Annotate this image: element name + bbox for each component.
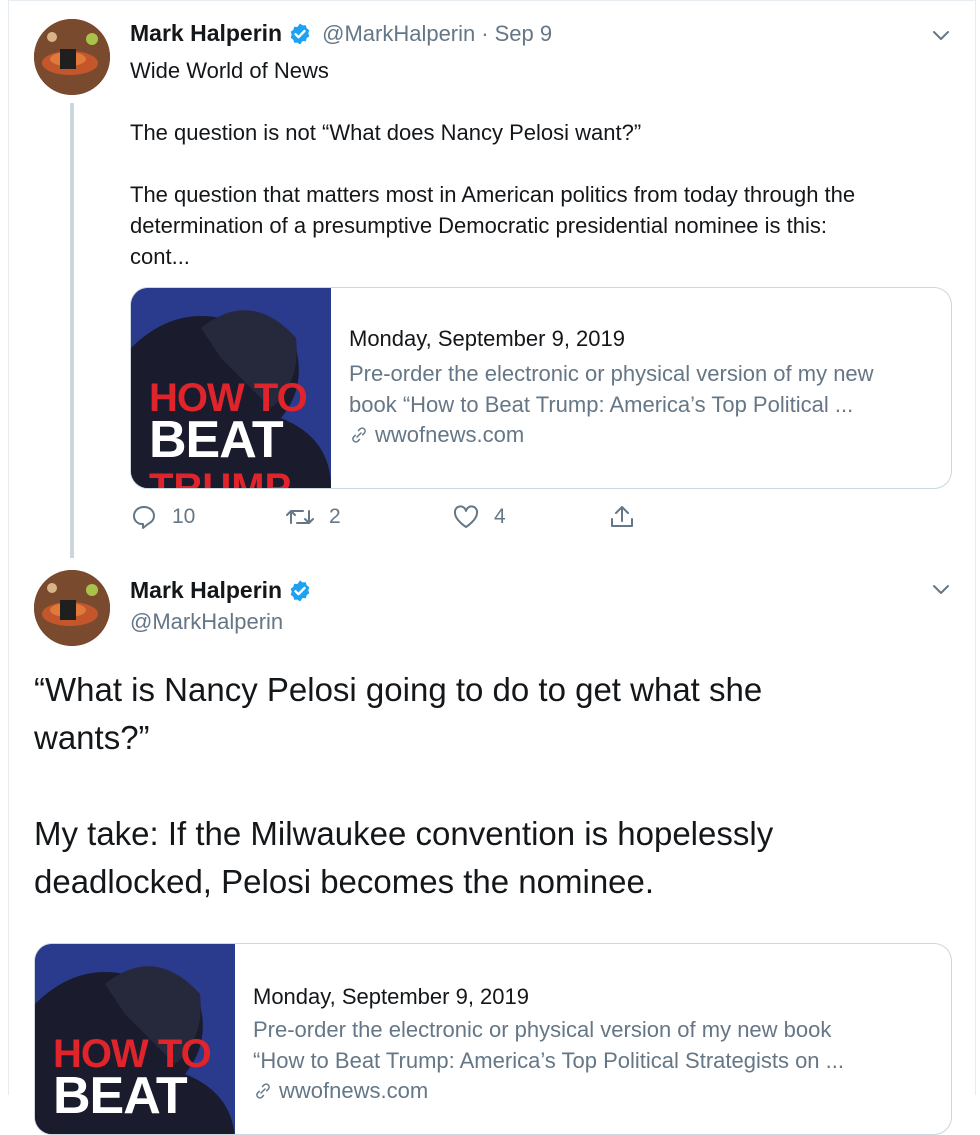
retweet-icon bbox=[286, 510, 314, 524]
reply-button[interactable]: 10 bbox=[130, 503, 195, 531]
avatar[interactable] bbox=[34, 19, 110, 95]
link-icon bbox=[256, 1083, 270, 1099]
cover-text: BEAT bbox=[149, 411, 284, 469]
author-handle[interactable]: @MarkHalperin bbox=[130, 609, 283, 635]
verified-badge-icon bbox=[290, 23, 310, 44]
chevron-down-icon[interactable] bbox=[930, 578, 952, 600]
tweet-date[interactable]: Sep 9 bbox=[495, 21, 553, 47]
verified-badge-icon bbox=[290, 580, 310, 601]
card-description: Pre-order the electronic or physical ver… bbox=[253, 1017, 832, 1042]
retweet-button[interactable]: 2 bbox=[285, 503, 341, 531]
retweet-count: 2 bbox=[329, 505, 341, 528]
card-thumbnail: HOW TO BEAT bbox=[35, 944, 235, 1134]
reply-icon bbox=[133, 506, 155, 529]
card-thumbnail: HOW TO BEAT TRUMP bbox=[131, 288, 331, 488]
card-domain: wwofnews.com bbox=[349, 420, 933, 450]
card-body: Monday, September 9, 2019 Pre-order the … bbox=[349, 324, 933, 450]
tweet-text-line[interactable]: cont... bbox=[130, 241, 190, 272]
tweet-header: Mark Halperin bbox=[130, 577, 312, 604]
tweet-text-line: The question that matters most in Americ… bbox=[130, 182, 856, 207]
card-body: Monday, September 9, 2019 Pre-order the … bbox=[253, 982, 933, 1106]
card-title: Monday, September 9, 2019 bbox=[253, 984, 529, 1009]
tweet-text-line: Wide World of News bbox=[130, 58, 329, 83]
tweet-header: Mark Halperin @MarkHalperin · Sep 9 bbox=[130, 20, 552, 47]
share-icon bbox=[611, 506, 633, 527]
like-icon bbox=[453, 505, 479, 528]
cover-text: BEAT bbox=[53, 1067, 188, 1125]
card-domain: wwofnews.com bbox=[253, 1076, 933, 1106]
avatar[interactable] bbox=[34, 570, 110, 646]
tweet-actions: 10 2 4 bbox=[130, 503, 650, 539]
card-description: book “How to Beat Trump: America’s Top P… bbox=[349, 392, 854, 417]
chevron-down-icon[interactable] bbox=[930, 24, 952, 46]
link-icon bbox=[352, 427, 366, 443]
card-description: “How to Beat Trump: America’s Top Politi… bbox=[253, 1048, 844, 1073]
tweet-text-line: “What is Nancy Pelosi going to do to get… bbox=[34, 671, 763, 708]
author-name[interactable]: Mark Halperin bbox=[130, 20, 282, 47]
card-domain-text: wwofnews.com bbox=[375, 422, 525, 447]
cover-text: TRUMP bbox=[149, 466, 292, 488]
share-button[interactable] bbox=[608, 503, 650, 531]
tweet-text-line: deadlocked, Pelosi becomes the nominee. bbox=[34, 863, 655, 900]
author-handle[interactable]: @MarkHalperin bbox=[322, 21, 475, 47]
link-card[interactable]: HOW TO BEAT Monday, September 9, 2019 Pr… bbox=[34, 943, 952, 1135]
author-name[interactable]: Mark Halperin bbox=[130, 577, 282, 604]
tweet-text-line: My take: If the Milwaukee convention is … bbox=[34, 815, 774, 852]
like-count: 4 bbox=[494, 505, 506, 528]
like-button[interactable]: 4 bbox=[452, 503, 506, 531]
card-title: Monday, September 9, 2019 bbox=[349, 326, 625, 351]
thread-connector bbox=[70, 103, 74, 558]
reply-count: 10 bbox=[172, 505, 196, 528]
tweet-text-line: The question is not “What does Nancy Pel… bbox=[130, 120, 642, 145]
timeline-frame bbox=[8, 0, 976, 1095]
separator: · bbox=[481, 20, 489, 46]
card-description: Pre-order the electronic or physical ver… bbox=[349, 361, 874, 386]
link-card[interactable]: HOW TO BEAT TRUMP Monday, September 9, 2… bbox=[130, 287, 952, 489]
card-domain-text: wwofnews.com bbox=[279, 1078, 429, 1103]
tweet-text-line: wants?” bbox=[34, 719, 150, 756]
tweet-text-line: determination of a presumptive Democrati… bbox=[130, 213, 827, 238]
